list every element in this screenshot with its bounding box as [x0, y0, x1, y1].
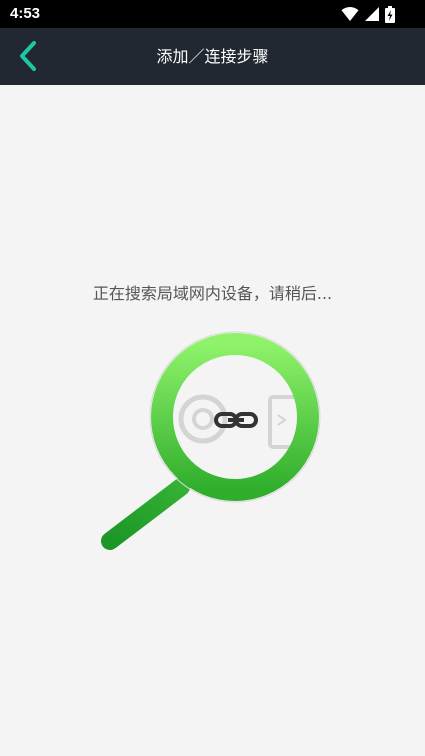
page-title: 添加／连接步骤	[156, 47, 269, 66]
signal-icon	[365, 7, 379, 21]
magnifier-handle	[101, 478, 190, 550]
status-time: 4:53	[10, 5, 41, 22]
magnifier-search-icon	[101, 331, 321, 550]
app-bar: 添加／连接步骤	[0, 28, 425, 85]
status-bar: 4:53	[0, 0, 425, 28]
wifi-icon	[341, 7, 359, 21]
battery-charging-icon	[385, 5, 395, 23]
status-icons	[341, 5, 395, 23]
link-chain-icon	[214, 412, 258, 428]
searching-status-text: 正在搜索局域网内设备，请稍后...	[92, 284, 333, 303]
